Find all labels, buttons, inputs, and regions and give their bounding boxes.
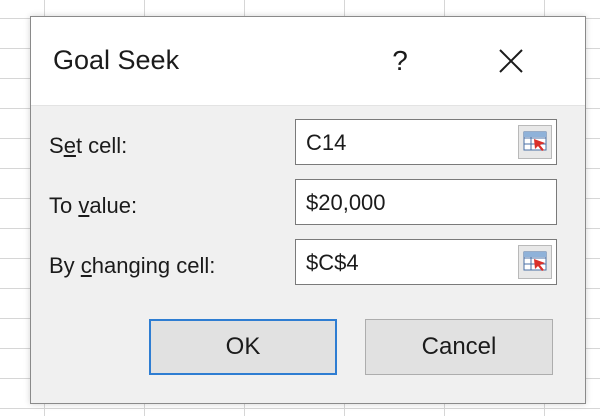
by-changing-cell-range-picker-button[interactable]	[518, 245, 552, 279]
by-changing-cell-value: $C$4	[306, 250, 359, 275]
dialog-titlebar: Goal Seek ?	[31, 17, 585, 106]
set-cell-label: Set cell:	[49, 133, 128, 158]
set-cell-value: C14	[306, 130, 347, 155]
cancel-button[interactable]: Cancel	[365, 319, 553, 375]
close-button[interactable]	[489, 39, 533, 83]
set-cell-input[interactable]: C14	[295, 119, 557, 165]
set-cell-range-picker-button[interactable]	[518, 125, 552, 159]
close-icon	[499, 49, 523, 73]
help-button[interactable]: ?	[385, 41, 415, 81]
by-changing-cell-input[interactable]: $C$4	[295, 239, 557, 285]
to-value-accelerator: v	[78, 193, 90, 218]
range-select-icon	[523, 131, 547, 151]
goal-seek-dialog: Goal Seek ? Set cell: C14 To value: $20,…	[30, 16, 586, 404]
to-value-value: $20,000	[306, 190, 386, 215]
dialog-title: Goal Seek	[53, 45, 180, 75]
ok-button[interactable]: OK	[149, 319, 337, 375]
to-value-label: To value:	[49, 193, 138, 218]
by-changing-cell-accelerator: c	[80, 253, 92, 278]
range-select-icon	[523, 251, 547, 271]
set-cell-accelerator: e	[63, 133, 76, 158]
by-changing-cell-label: By changing cell:	[49, 253, 216, 278]
to-value-input[interactable]: $20,000	[295, 179, 557, 225]
